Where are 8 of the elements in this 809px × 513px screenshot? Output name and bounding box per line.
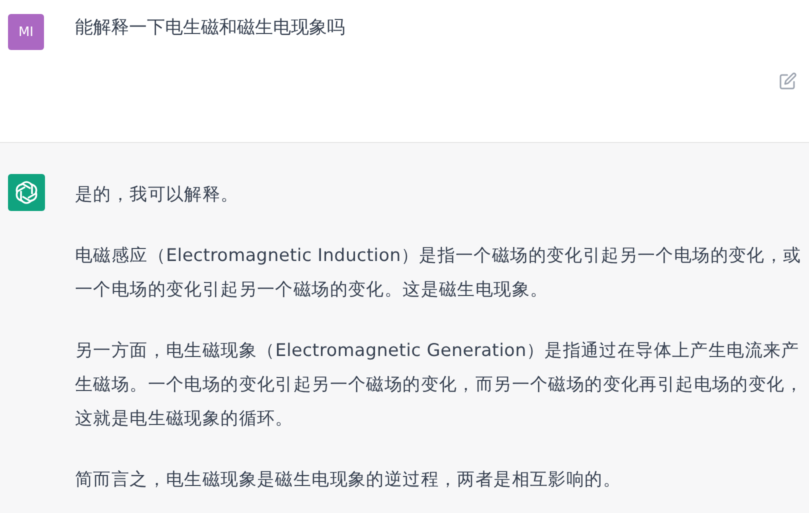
answer-paragraph: 是的，我可以解释。 [75, 184, 240, 207]
answer-paragraph: 另一方面，电生磁现象（Electromagnetic Generation）是指通过在导体上产生电流来产生磁场。一个电场的变化引起另一个磁场的变化，而另一个磁场的变化再引起电场的变化，这就是电生磁现象的循环。 [75, 340, 804, 431]
assistant-logo-icon [8, 174, 45, 211]
user-message: 能解释一下电生磁和磁生电现象吗 [75, 16, 346, 40]
answer-paragraph: 电磁感应（Electromagnetic Induction）是指一个磁场的变化引起另一个电场的变化，或一个电场的变化引起另一个磁场的变化。这是磁生电现象。 [75, 245, 802, 302]
edit-icon[interactable] [779, 72, 797, 90]
user-avatar: MI [8, 14, 44, 50]
answer-paragraph: 简而言之，电生磁现象是磁生电现象的逆过程，两者是相互影响的。 [75, 469, 622, 492]
